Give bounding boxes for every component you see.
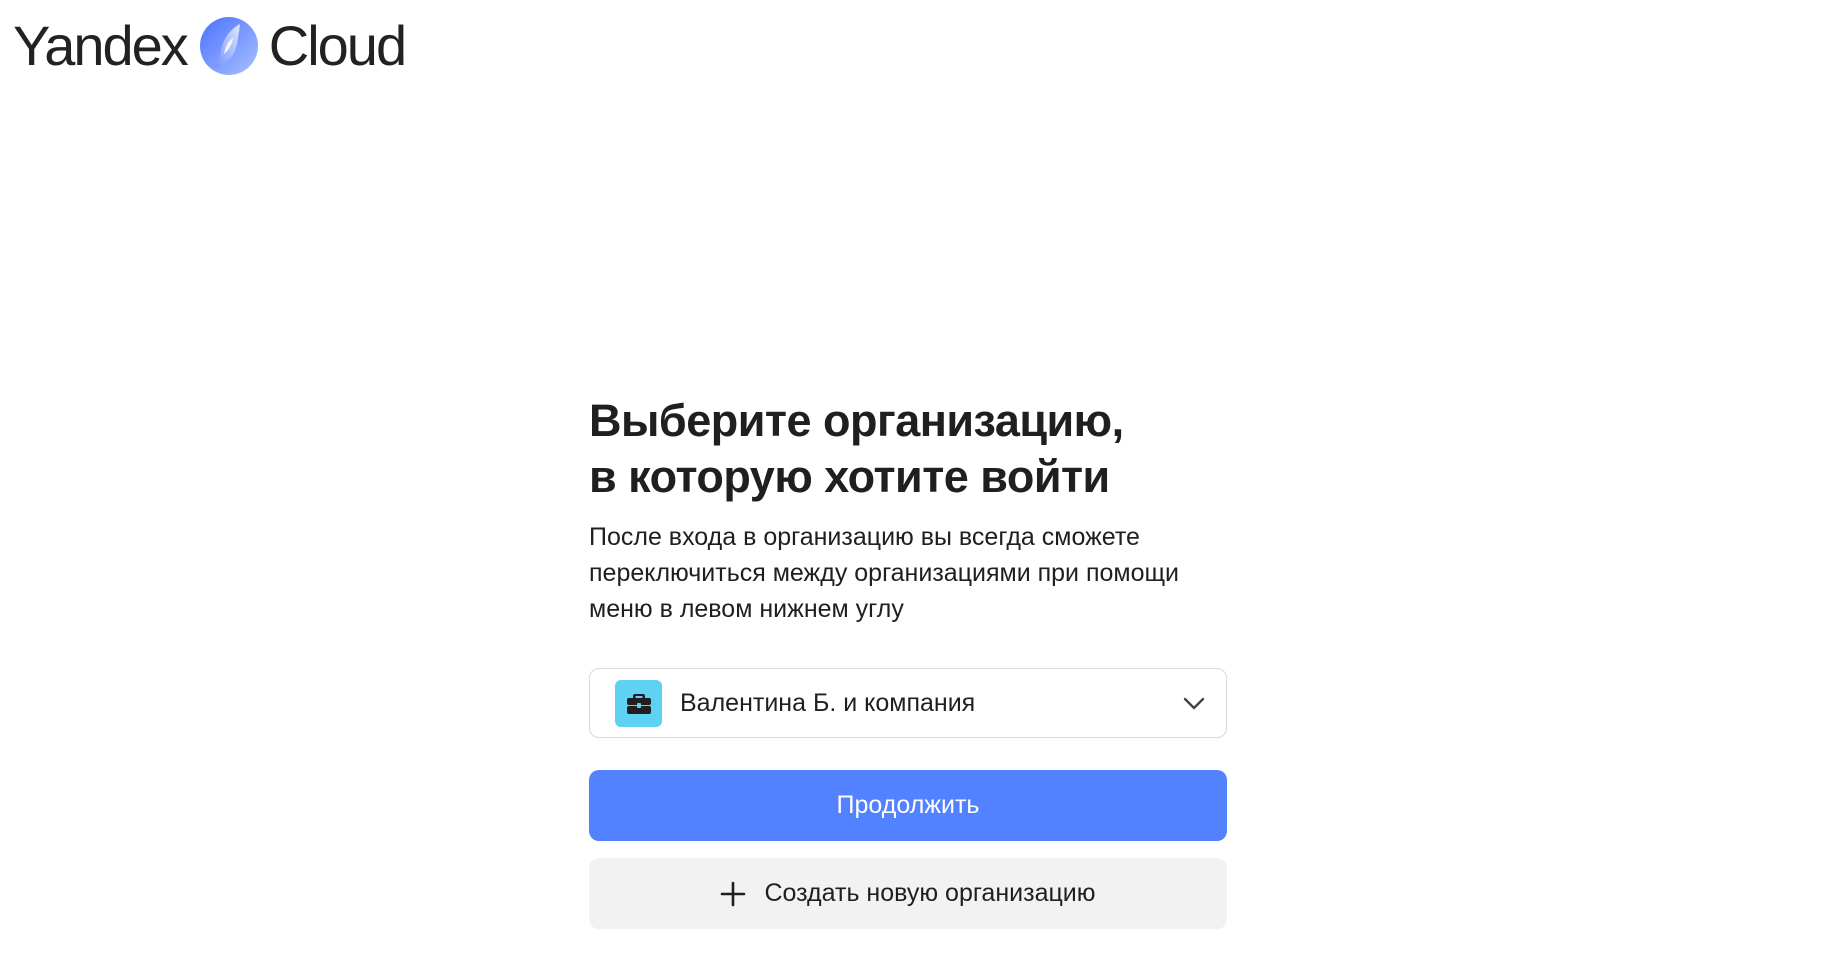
organization-avatar bbox=[615, 679, 662, 727]
yandex-cloud-logo[interactable]: Yandex Cloud bbox=[13, 14, 407, 78]
page-title: Выберите организацию, в которую хотите в… bbox=[589, 393, 1227, 505]
organization-select-value: Валентина Б. и компания bbox=[680, 688, 976, 717]
page-description: После входа в организацию вы всегда смож… bbox=[589, 523, 1180, 623]
create-organization-button[interactable]: Создать новую организацию bbox=[589, 858, 1227, 929]
page-title-line-1: Выберите организацию, bbox=[589, 395, 1124, 446]
logo-text-yandex: Yandex bbox=[13, 14, 189, 77]
briefcase-icon bbox=[626, 694, 651, 714]
page-title-line-2: в которую хотите войти bbox=[589, 451, 1110, 502]
continue-button-label: Продолжить bbox=[836, 791, 980, 819]
yandex-cloud-logo-icon bbox=[199, 17, 258, 75]
organization-select[interactable]: Валентина Б. и компания bbox=[589, 668, 1227, 738]
chevron-down-icon[interactable] bbox=[1180, 689, 1208, 717]
create-organization-label: Создать новую организацию bbox=[764, 879, 1096, 907]
logo-text-cloud: Cloud bbox=[268, 14, 407, 77]
page: Yandex Cloud Выберите организацию, в кот… bbox=[0, 0, 1828, 961]
org-selection-panel: Выберите организацию, в которую хотите в… bbox=[589, 393, 1227, 929]
continue-button[interactable]: Продолжить bbox=[589, 770, 1227, 841]
plus-icon bbox=[721, 881, 746, 906]
